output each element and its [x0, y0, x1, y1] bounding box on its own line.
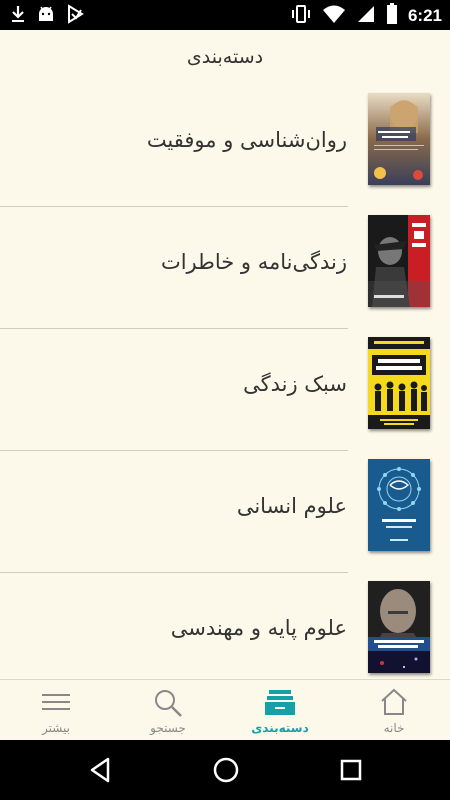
category-label: سبک زندگی [243, 372, 347, 396]
category-label: زندگی‌نامه و خاطرات [160, 250, 347, 274]
category-label: علوم پایه و مهندسی [170, 616, 347, 640]
book-cover [368, 581, 430, 673]
nav-categories[interactable]: دسته‌بندی [224, 680, 336, 741]
category-item-lifestyle[interactable]: سبک زندگی [0, 329, 450, 451]
category-item-psychology[interactable]: روان‌شناسی و موفقیت [0, 85, 450, 207]
categories-icon [265, 688, 295, 720]
page-title: دسته‌بندی [186, 46, 264, 68]
nav-label: خانه [383, 721, 405, 735]
nav-label: دسته‌بندی [251, 721, 309, 735]
category-list: روان‌شناسی و موفقیت [0, 85, 450, 679]
top-bar: دسته‌بندی [0, 30, 450, 85]
android-icon [36, 4, 56, 28]
nav-label: بیشتر [42, 721, 70, 735]
nav-search[interactable]: جستجو [112, 680, 224, 741]
bottom-navigation: بیشتر جستجو دسته‌بندی خانه [0, 679, 450, 740]
back-icon[interactable] [88, 755, 112, 789]
signal-icon [356, 4, 376, 28]
nav-home[interactable]: خانه [338, 680, 450, 741]
category-label: علوم انسانی [236, 494, 347, 518]
download-icon [10, 4, 26, 28]
clock: 6:21 [407, 6, 442, 25]
menu-icon [40, 688, 72, 720]
vibrate-icon [290, 4, 312, 28]
category-label: روان‌شناسی و موفقیت [146, 128, 347, 152]
category-item-biography[interactable]: زندگی‌نامه و خاطرات [0, 207, 450, 329]
play-store-icon [66, 4, 84, 28]
battery-icon [386, 3, 398, 29]
system-navigation-bar [0, 740, 450, 800]
book-cover [368, 459, 430, 551]
wifi-icon [322, 4, 346, 28]
category-item-humanities[interactable]: علوم انسانی [0, 451, 450, 573]
search-icon [153, 688, 183, 722]
nav-more[interactable]: بیشتر [0, 680, 112, 741]
book-cover [368, 93, 430, 185]
book-cover [368, 215, 430, 307]
category-item-science-engineering[interactable]: علوم پایه و مهندسی [0, 573, 450, 679]
book-cover [368, 337, 430, 429]
nav-label: جستجو [150, 721, 186, 735]
recents-icon[interactable] [339, 755, 363, 789]
home-icon [379, 688, 409, 720]
home-button-icon[interactable] [212, 755, 240, 789]
status-bar: 6:21 [0, 0, 450, 30]
